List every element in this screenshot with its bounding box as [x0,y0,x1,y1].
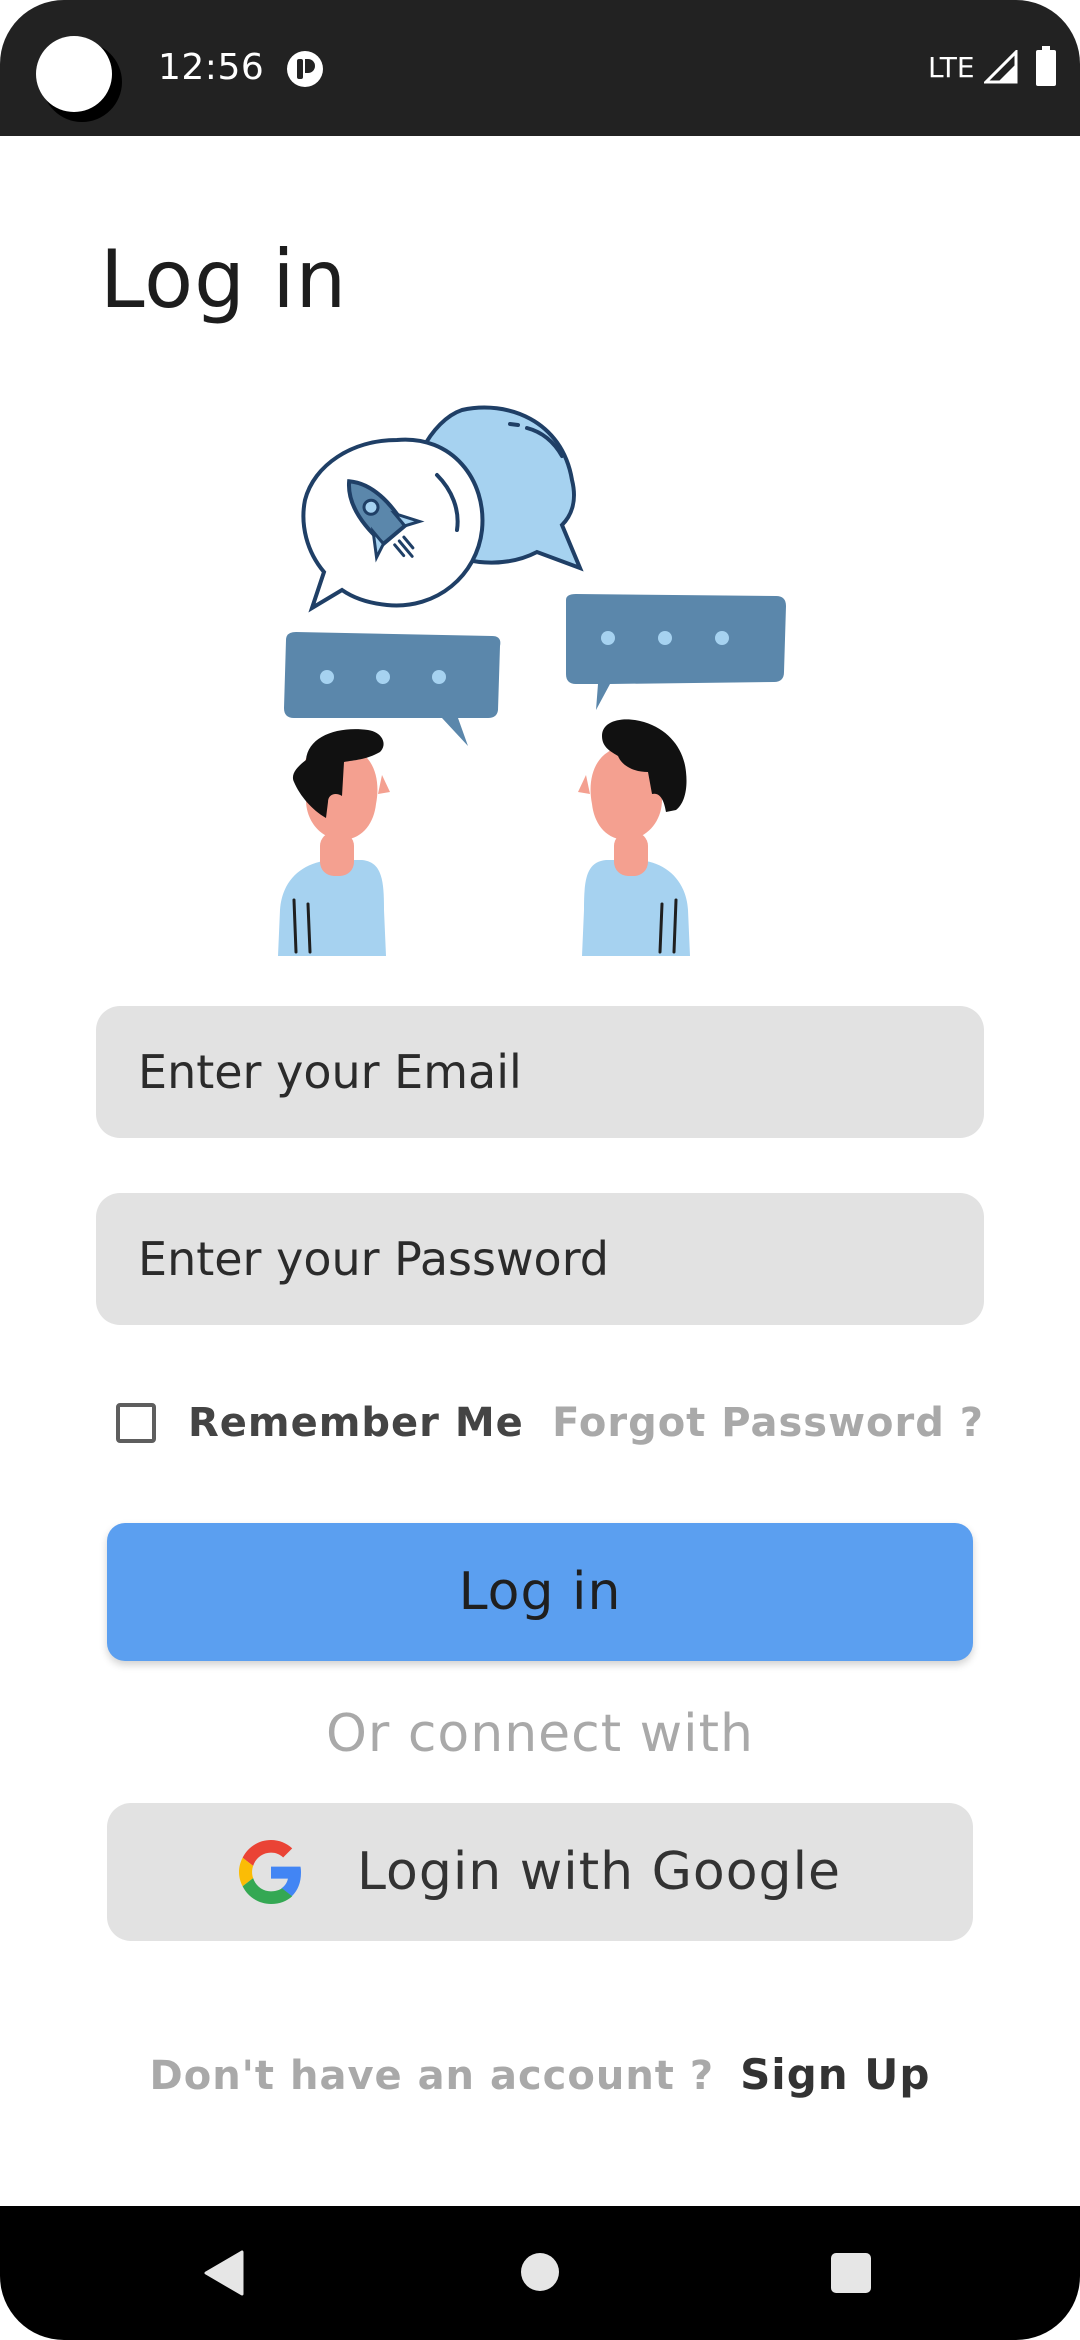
signal-icon [984,50,1018,84]
remember-me-checkbox[interactable] [116,1403,156,1443]
network-type: LTE [928,51,975,84]
google-icon [238,1840,301,1904]
recents-icon[interactable] [830,2252,872,2294]
email-field[interactable] [96,1006,984,1138]
chat-rocket-illustration [278,405,786,956]
home-icon[interactable] [520,2252,560,2292]
login-screen: 12:56 LTE Log in Enter your Email Rememb… [0,0,1080,2340]
connect-divider-text: Or connect with [326,1704,754,1764]
signup-row: Don't have an account ? Sign Up [0,2050,1080,2099]
status-bar: 12:56 LTE [0,0,1080,136]
app-notification-icon [287,51,323,87]
login-button[interactable]: Log in [107,1523,973,1661]
signup-prompt: Don't have an account ? [149,2053,715,2099]
remember-me-row[interactable]: Remember Me [116,1398,524,1448]
forgot-password-link[interactable]: Forgot Password ? [552,1398,984,1448]
signup-link[interactable]: Sign Up [740,2050,930,2099]
status-time: 12:56 [158,47,265,88]
camera-cutout-icon [36,36,122,122]
battery-icon [1036,46,1056,86]
google-login-button[interactable]: Login with Google [107,1803,973,1941]
navigation-bar [0,2206,1080,2340]
page-title: Log in [100,233,348,326]
remember-me-label[interactable]: Remember Me [188,1400,524,1446]
back-icon[interactable] [204,2250,244,2296]
password-field[interactable] [96,1193,984,1325]
google-login-label: Login with Google [356,1842,842,1902]
login-button-label: Log in [458,1562,622,1622]
